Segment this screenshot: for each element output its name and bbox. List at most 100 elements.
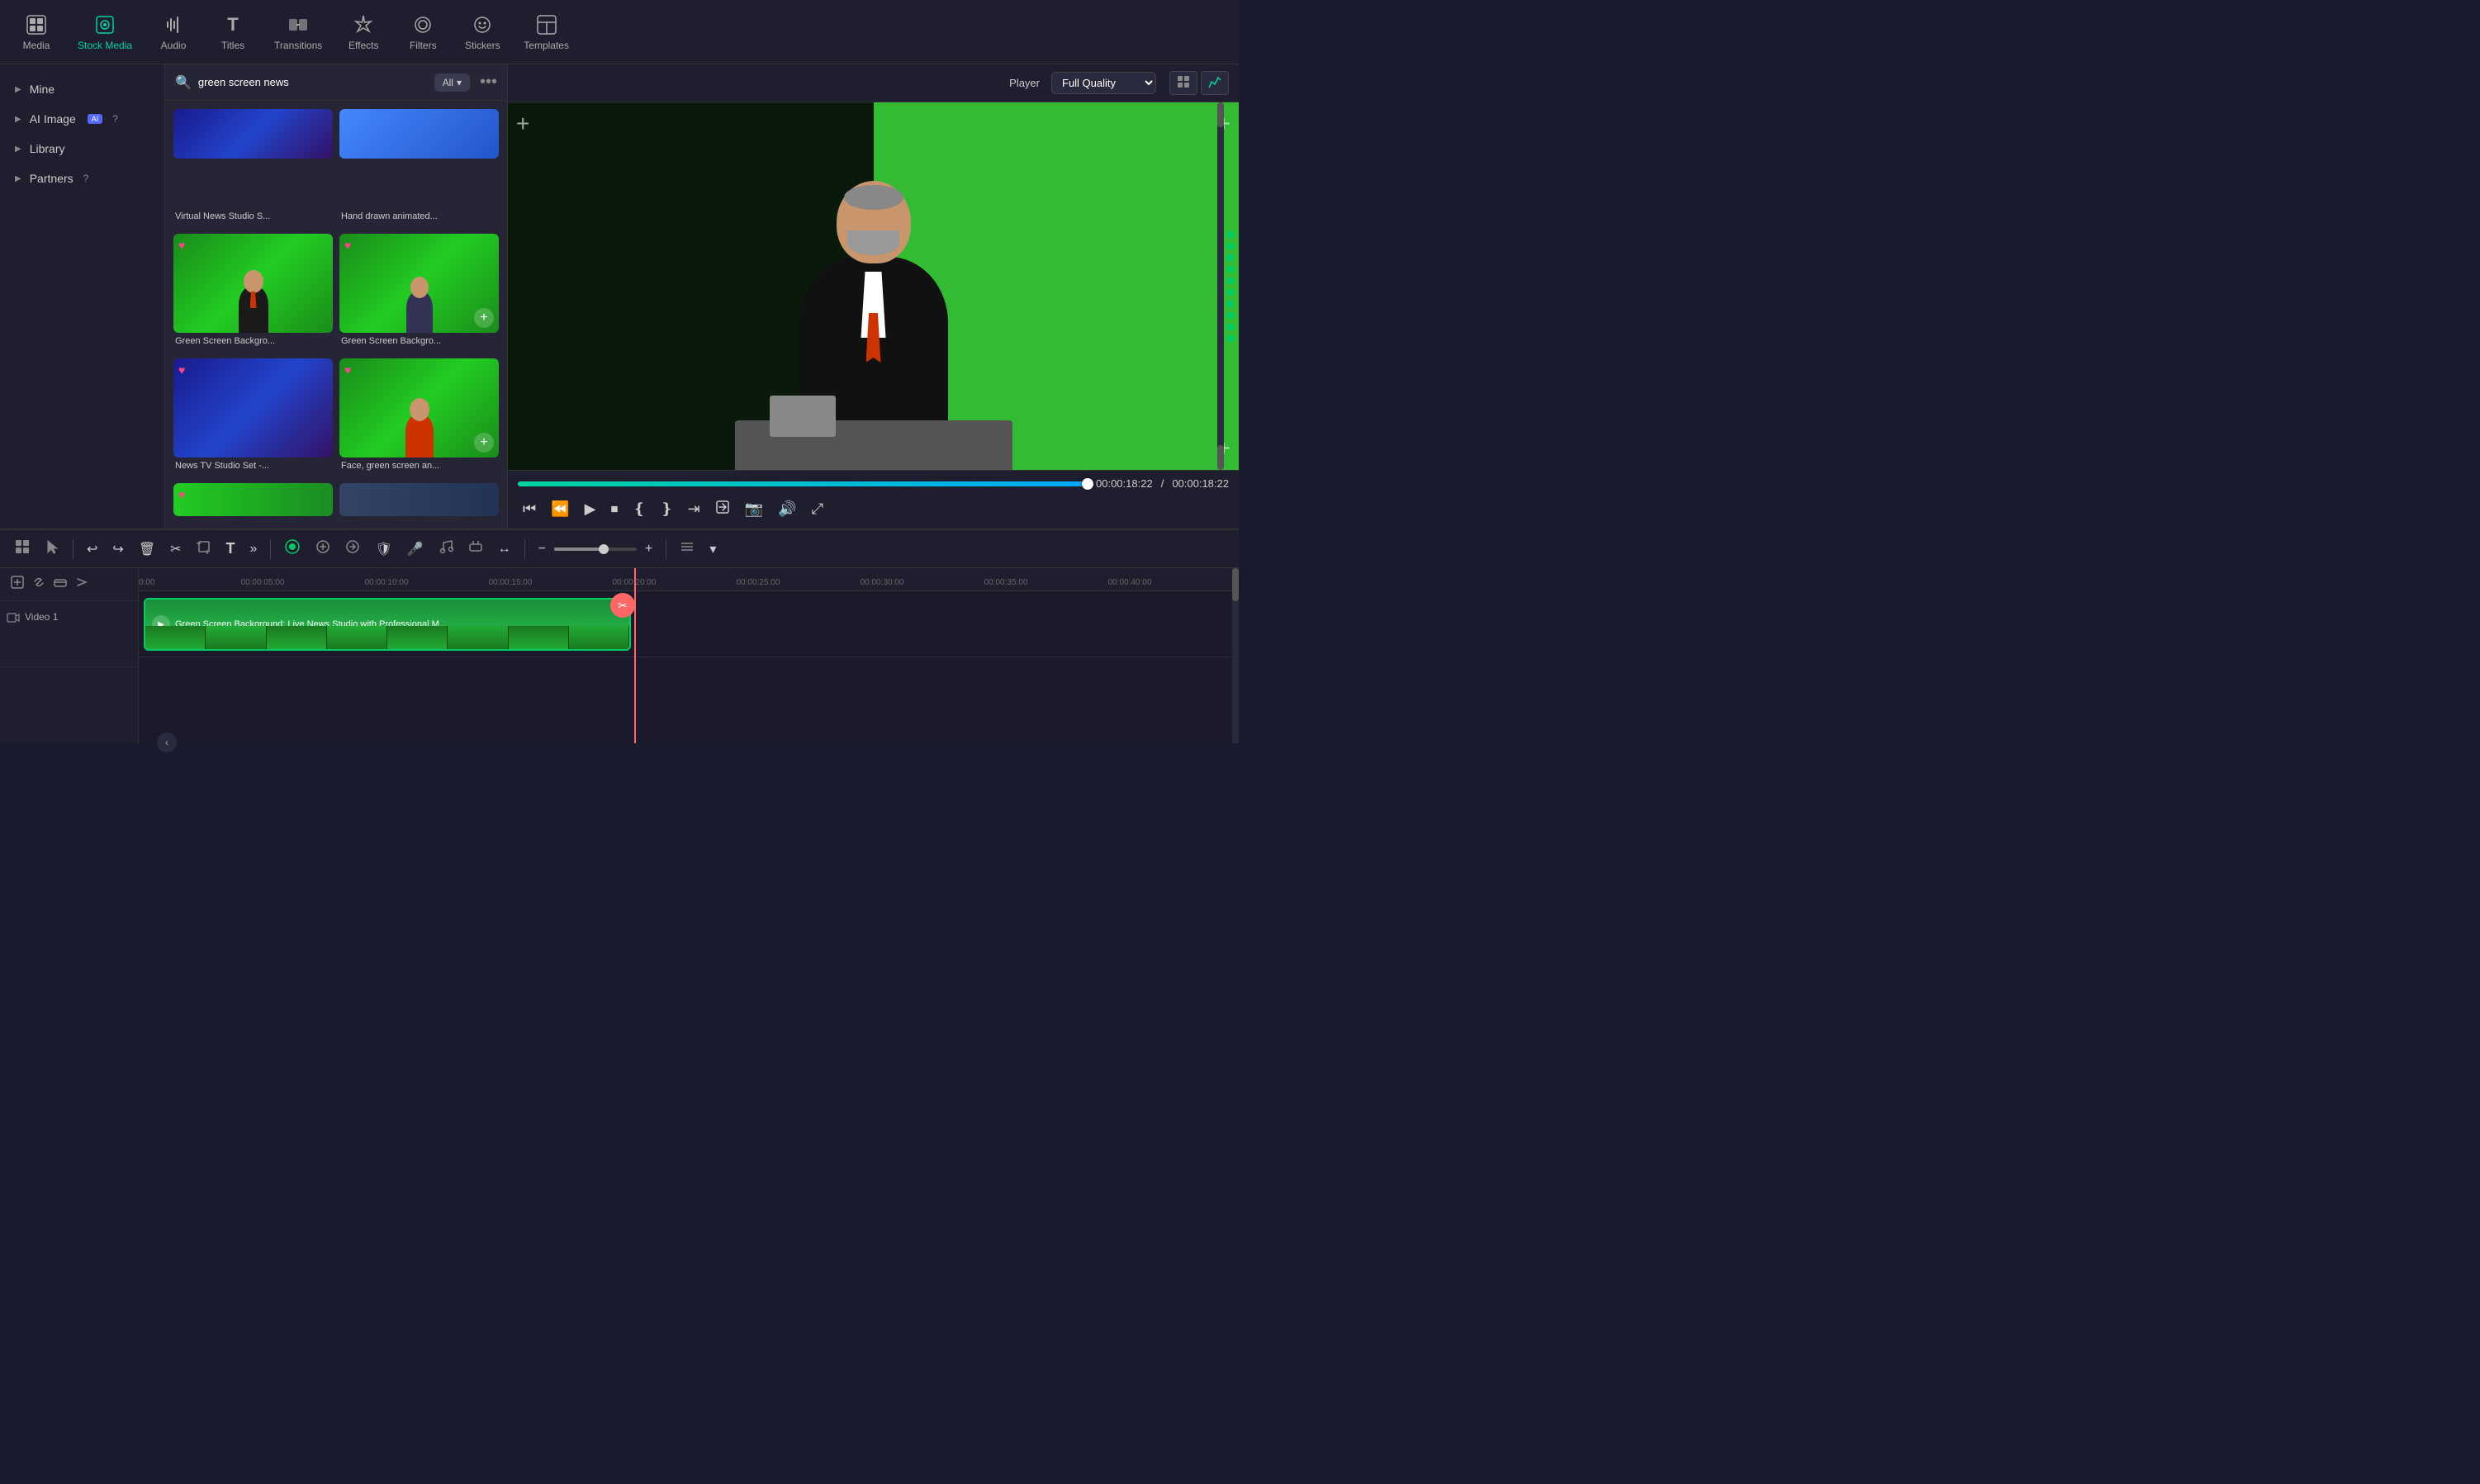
list-item[interactable]: ♥ + Green Screen Backgro... [339, 234, 499, 352]
playhead[interactable] [634, 568, 636, 743]
nav-stickers[interactable]: Stickers [453, 8, 512, 56]
mark-out-btn[interactable]: ❵ [656, 497, 678, 521]
ruler-mark: 00:00:40:00 [1108, 578, 1152, 587]
player-area: Player Full Quality Half Quality Quarter… [508, 64, 1239, 529]
tl-crop-btn[interactable] [192, 536, 216, 562]
timeline-scrollbar[interactable] [1232, 568, 1239, 743]
tl-text-btn[interactable]: T [221, 537, 240, 561]
video-track-icon [7, 611, 20, 627]
add-to-timeline-btn[interactable] [10, 575, 25, 594]
player-viewport: + + + [508, 102, 1239, 470]
nav-effects[interactable]: Effects [334, 8, 393, 56]
tl-redo-btn[interactable]: ↪ [107, 538, 128, 561]
media-thumb: ♥ [173, 483, 333, 516]
media-thumb [339, 483, 499, 516]
nav-stock-media[interactable]: Stock Media [66, 8, 144, 56]
tl-select-btn[interactable] [40, 536, 64, 562]
filter-dropdown[interactable]: All ▾ [434, 73, 470, 92]
zoom-out-btn[interactable]: − [533, 538, 551, 560]
chart-view-btn[interactable] [1201, 71, 1229, 95]
play-btn[interactable]: ▶ [580, 497, 601, 521]
tl-delete-btn[interactable]: 🗑 [134, 538, 160, 561]
mark-in-btn[interactable]: ❴ [628, 497, 650, 521]
step-back-btn[interactable]: ⏪ [546, 497, 574, 521]
fullscreen-btn[interactable]: ⤢ [807, 497, 828, 521]
tl-undo-btn[interactable]: ↩ [82, 538, 102, 561]
screenshot-btn[interactable]: 📷 [740, 497, 768, 521]
progress-bar[interactable] [518, 481, 1088, 486]
volume-btn[interactable]: 🔊 [773, 497, 801, 521]
tl-clip-btn[interactable] [463, 536, 488, 562]
list-item[interactable]: ♥ + Face, green screen an... [339, 358, 499, 476]
partners-arrow-icon: ▶ [15, 174, 21, 183]
tl-cut-btn[interactable]: ✂ [165, 538, 186, 561]
list-item[interactable]: Hand drawn animated... [339, 109, 499, 227]
go-start-btn[interactable]: ⏮ [518, 497, 541, 521]
search-icon: 🔍 [175, 74, 192, 91]
ai-badge: AI [88, 114, 103, 124]
time-separator: / [1161, 477, 1164, 490]
search-input[interactable] [198, 76, 428, 88]
detach-btn[interactable] [53, 575, 68, 594]
video-clip[interactable]: ▶ Green Screen Background: Live News Stu… [144, 598, 631, 651]
grid-view-btn[interactable] [1169, 71, 1197, 95]
list-item[interactable] [339, 483, 499, 520]
partners-help-icon: ? [83, 173, 89, 184]
tl-loop-btn[interactable]: ↔ [493, 538, 516, 560]
heart-icon: ♥ [178, 239, 185, 252]
insert-btn[interactable]: ⇥ [683, 497, 705, 521]
sidebar-item-ai-image[interactable]: ▶ AI Image AI ? [0, 104, 164, 134]
nav-audio[interactable]: Audio [144, 8, 203, 56]
list-item[interactable]: ♥ [173, 483, 333, 520]
media-title: Hand drawn animated... [339, 208, 499, 223]
transitions-icon [287, 13, 310, 36]
nav-titles[interactable]: T Titles [203, 8, 263, 56]
progress-handle[interactable] [1082, 478, 1093, 490]
nav-transitions[interactable]: Transitions [263, 8, 334, 56]
nav-media[interactable]: Media [7, 8, 66, 56]
zoom-handle[interactable] [599, 544, 609, 554]
timeline-section: ↩ ↪ 🗑 ✂ T » 🛡 🎤 ↔ − [0, 529, 1239, 743]
nav-filters[interactable]: Filters [393, 8, 453, 56]
add-media-btn[interactable]: + [474, 308, 494, 328]
add-media-btn[interactable]: + [474, 433, 494, 453]
tl-overlay-btn[interactable] [311, 536, 335, 562]
tl-voice-btn[interactable]: 🛡 [370, 538, 396, 561]
tl-layout2-btn[interactable] [675, 536, 699, 562]
heart-icon: ♥ [178, 488, 185, 501]
tl-layout-btn[interactable] [10, 536, 35, 562]
media-thumb [173, 109, 333, 208]
mine-arrow-icon: ▶ [15, 85, 21, 94]
list-item[interactable]: ♥ Green Screen Backgro... [173, 234, 333, 352]
tl-chevron-btn[interactable]: ▾ [704, 538, 721, 561]
tl-mic-btn[interactable]: 🎤 [402, 538, 429, 561]
tl-color-grade-btn[interactable] [279, 535, 306, 562]
split-btn[interactable] [74, 575, 89, 594]
add-top-left-btn[interactable]: + [516, 111, 529, 137]
stop-btn[interactable]: ⏹ [605, 497, 623, 521]
tl-more-btn[interactable]: » [245, 538, 263, 560]
more-options-btn[interactable]: ••• [480, 73, 497, 92]
ruler-mark: 00:00:10:00 [365, 578, 409, 587]
link-btn[interactable] [31, 575, 46, 594]
zoom-bar[interactable] [554, 548, 637, 551]
sidebar-item-partners[interactable]: ▶ Partners ? [0, 164, 164, 193]
player-scrollbar[interactable] [1217, 102, 1224, 470]
tl-motion-btn[interactable] [340, 536, 365, 562]
scissors-badge[interactable]: ✂ [610, 593, 635, 618]
timeline-scrollbar-thumb[interactable] [1232, 568, 1239, 601]
nav-templates[interactable]: Templates [512, 8, 581, 56]
sidebar-item-mine[interactable]: ▶ Mine [0, 74, 164, 104]
tl-music-btn[interactable] [434, 536, 458, 562]
sidebar-item-library[interactable]: ▶ Library [0, 134, 164, 164]
list-item[interactable]: ♥ News TV Studio Set -... [173, 358, 333, 476]
filter-label: All [443, 77, 453, 88]
quality-select[interactable]: Full Quality Half Quality Quarter Qualit… [1051, 72, 1156, 94]
overwrite-btn[interactable] [710, 496, 735, 522]
list-item[interactable]: Virtual News Studio S... [173, 109, 333, 227]
filter-chevron-icon: ▾ [457, 77, 462, 88]
nav-transitions-label: Transitions [274, 40, 322, 51]
zoom-in-btn[interactable]: + [640, 538, 657, 560]
scrollbar-thumb[interactable] [1217, 102, 1224, 127]
scrollbar-thumb-bottom[interactable] [1217, 445, 1224, 470]
